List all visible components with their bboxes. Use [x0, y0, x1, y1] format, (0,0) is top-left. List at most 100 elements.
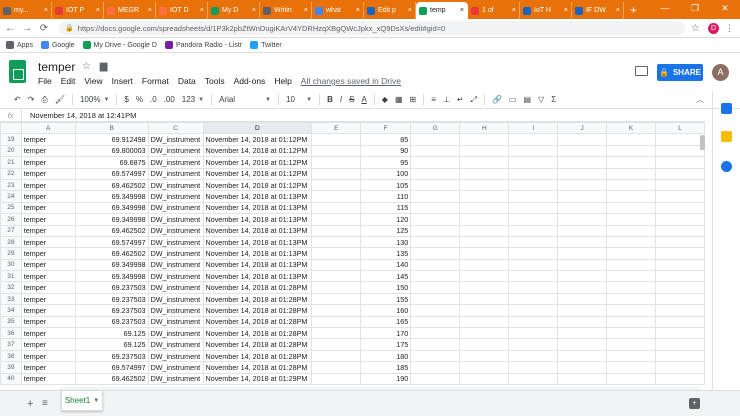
row-header[interactable]: 33 — [0, 292, 22, 306]
cell[interactable] — [311, 349, 362, 363]
close-tab-icon[interactable]: × — [458, 7, 464, 14]
cell[interactable] — [508, 304, 559, 317]
cell[interactable] — [557, 258, 607, 272]
number-format-select[interactable]: 123 ▼ — [182, 95, 204, 104]
cell[interactable] — [311, 167, 362, 180]
cell[interactable]: DW_instrument — [147, 224, 204, 237]
sheet-tab[interactable]: Sheet1 ▼ — [61, 391, 103, 411]
select-all-corner[interactable] — [0, 122, 22, 135]
menu-addons[interactable]: Add-ons — [234, 76, 266, 86]
cell[interactable]: 95 — [360, 156, 412, 169]
cell[interactable] — [557, 247, 607, 260]
cell[interactable] — [410, 178, 461, 192]
cell[interactable] — [459, 292, 510, 306]
cell[interactable]: 150 — [360, 281, 412, 294]
cell[interactable] — [605, 235, 657, 249]
cell[interactable]: November 14, 2018 at 01:13PM — [202, 201, 313, 215]
cell[interactable] — [459, 270, 510, 283]
cell[interactable]: 155 — [360, 292, 412, 306]
cell[interactable] — [605, 327, 657, 340]
cell[interactable] — [311, 224, 362, 237]
cell[interactable]: DW_instrument — [147, 167, 204, 180]
cell[interactable]: November 14, 2018 at 01:13PM — [202, 258, 313, 272]
cell[interactable]: November 14, 2018 at 01:13PM — [202, 270, 313, 283]
cell[interactable] — [557, 338, 607, 351]
cell[interactable]: 69.349998 — [74, 213, 149, 226]
cell[interactable]: temper — [20, 292, 76, 306]
cell[interactable] — [605, 133, 657, 146]
cell[interactable]: 165 — [360, 315, 412, 329]
cell[interactable] — [655, 281, 705, 294]
cell[interactable]: 69.800003 — [74, 144, 149, 158]
cell[interactable]: temper — [20, 224, 76, 237]
menu-help[interactable]: Help — [274, 76, 291, 86]
cell[interactable]: November 14, 2018 at 01:13PM — [202, 224, 313, 237]
user-avatar[interactable]: A — [712, 64, 729, 81]
star-icon[interactable]: ☆ — [82, 61, 91, 72]
cell[interactable] — [459, 167, 510, 180]
cell[interactable] — [557, 178, 607, 192]
cell[interactable]: temper — [20, 213, 76, 226]
functions-icon[interactable]: Σ — [551, 95, 556, 104]
cell[interactable]: temper — [20, 281, 76, 294]
italic-button[interactable]: I — [340, 95, 342, 104]
cell[interactable] — [557, 292, 607, 306]
cell[interactable] — [557, 133, 607, 146]
menu-format[interactable]: Format — [142, 76, 169, 86]
cell[interactable]: 69.462502 — [74, 224, 149, 237]
cell[interactable]: DW_instrument — [147, 281, 204, 294]
cell[interactable] — [605, 372, 657, 386]
cell[interactable]: temper — [20, 190, 76, 203]
cell[interactable] — [311, 190, 362, 203]
row-header[interactable]: 22 — [0, 167, 22, 180]
row-header[interactable]: 32 — [0, 281, 22, 294]
menu-data[interactable]: Data — [178, 76, 196, 86]
cell[interactable] — [557, 327, 607, 340]
cell[interactable]: November 14, 2018 at 01:12PM — [202, 178, 313, 192]
cell[interactable] — [311, 133, 362, 146]
column-header[interactable]: D — [202, 122, 313, 135]
cell[interactable] — [508, 201, 559, 215]
cell[interactable] — [508, 372, 559, 386]
cell[interactable]: DW_instrument — [147, 270, 204, 283]
percent-format-button[interactable]: % — [136, 95, 143, 104]
row-header[interactable]: 25 — [0, 201, 22, 215]
menu-file[interactable]: File — [38, 76, 52, 86]
menu-view[interactable]: View — [84, 76, 102, 86]
cell[interactable] — [655, 338, 705, 351]
cell[interactable] — [655, 304, 705, 317]
cell[interactable] — [410, 327, 461, 340]
browser-tab[interactable]: IF DW × — [572, 2, 624, 19]
text-rotation-icon[interactable]: ⤢ — [471, 95, 477, 105]
cell[interactable] — [311, 304, 362, 317]
cell[interactable]: temper — [20, 372, 76, 386]
cell[interactable] — [508, 156, 559, 169]
bookmark-item[interactable]: Apps — [6, 41, 33, 49]
cell[interactable] — [655, 247, 705, 260]
cell[interactable] — [410, 258, 461, 272]
folder-icon[interactable]: ▆ — [100, 61, 108, 72]
column-header[interactable]: K — [605, 122, 657, 135]
browser-tab[interactable]: IOT D × — [156, 2, 208, 19]
cell[interactable] — [557, 190, 607, 203]
cell[interactable] — [459, 133, 510, 146]
cell[interactable] — [557, 213, 607, 226]
print-icon[interactable]: ⎙ — [41, 95, 47, 105]
cell[interactable] — [459, 304, 510, 317]
insert-link-icon[interactable]: 🔗 — [492, 95, 502, 104]
browser-tab[interactable]: IOT P × — [52, 2, 104, 19]
horizontal-align-icon[interactable]: ≡ — [431, 95, 436, 104]
column-header[interactable]: H — [459, 122, 510, 135]
cell[interactable]: November 14, 2018 at 01:28PM — [202, 338, 313, 351]
insert-chart-icon[interactable]: ▤ — [523, 95, 531, 104]
cell[interactable]: DW_instrument — [147, 327, 204, 340]
cell[interactable] — [557, 361, 607, 374]
row-header[interactable]: 27 — [0, 224, 22, 237]
cell[interactable] — [605, 281, 657, 294]
row-header[interactable]: 26 — [0, 213, 22, 226]
row-header[interactable]: 31 — [0, 270, 22, 283]
row-header[interactable]: 28 — [0, 235, 22, 249]
close-tab-icon[interactable]: × — [250, 7, 256, 14]
column-header[interactable]: E — [311, 122, 362, 135]
all-sheets-icon[interactable]: ≡ — [42, 398, 48, 409]
